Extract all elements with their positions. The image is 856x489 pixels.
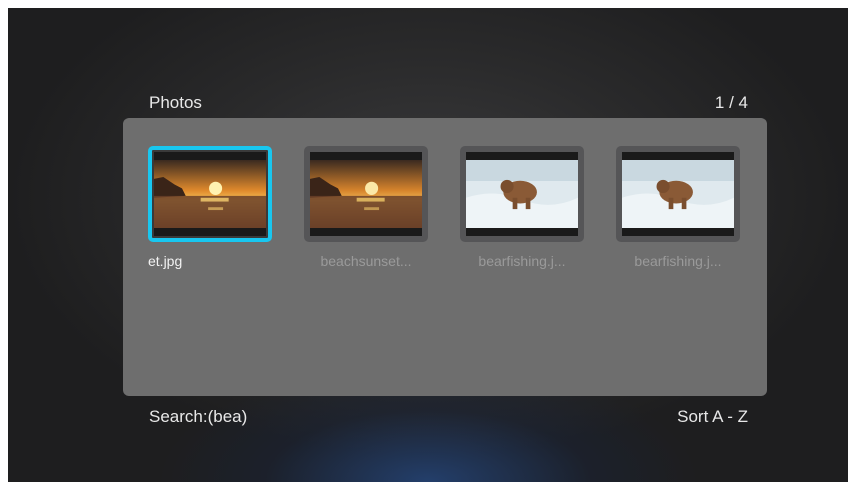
photo-caption: beachsunset...	[320, 253, 412, 269]
photo-caption: bearfishing.j...	[478, 253, 566, 269]
sunset-beach-thumbnail	[310, 152, 422, 236]
bear-waterfall-thumbnail	[622, 152, 734, 236]
media-browser-screen: Photos 1 / 4 et.jpg beachsunset... bearf…	[8, 8, 848, 482]
sunset-beach-thumbnail	[154, 152, 266, 236]
photo-grid-panel: et.jpg beachsunset... bearfishing.j... b…	[123, 118, 767, 396]
photo-tile-bearfishing[interactable]	[460, 146, 584, 242]
bear-waterfall-thumbnail	[466, 152, 578, 236]
search-status: Search:(bea)	[149, 407, 248, 426]
sort-order-label: Sort A - Z	[677, 407, 748, 426]
photo-caption: bearfishing.j...	[634, 253, 722, 269]
photo-tile-beachsunset-selected[interactable]	[148, 146, 272, 242]
photo-tile-beachsunset[interactable]	[304, 146, 428, 242]
photo-caption: et.jpg	[148, 253, 183, 269]
page-title: Photos	[149, 93, 202, 112]
page-indicator: 1 / 4	[714, 93, 748, 112]
photo-tile-bearfishing[interactable]	[616, 146, 740, 242]
